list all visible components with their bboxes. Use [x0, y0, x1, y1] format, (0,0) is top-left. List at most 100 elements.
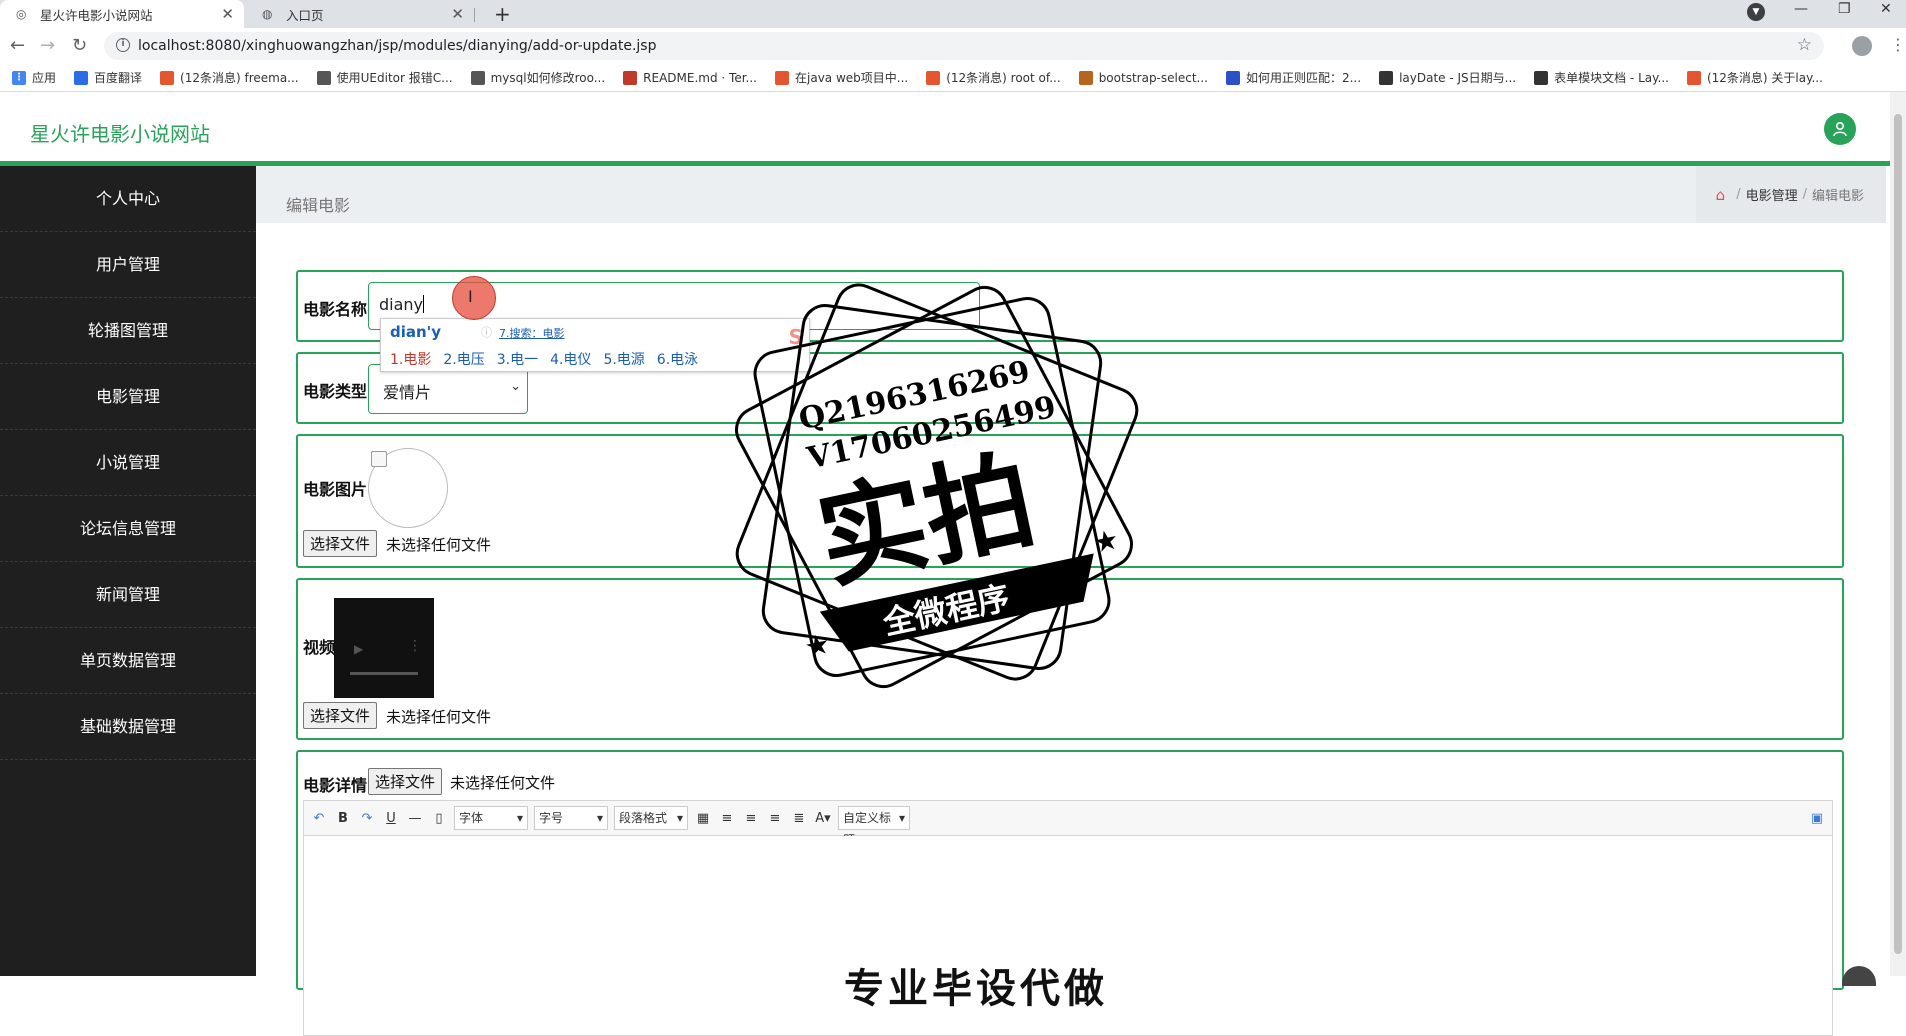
new-tab-icon[interactable]: + [494, 2, 511, 26]
bookmark-item[interactable]: layDate - JS日期与... [1379, 69, 1516, 86]
breadcrumb-parent[interactable]: 电影管理 [1746, 185, 1798, 204]
custom-title-value: 自定义标题 [843, 811, 892, 847]
ime-candidate[interactable]: 3.电一 [497, 352, 538, 368]
user-avatar-icon[interactable] [1824, 113, 1856, 145]
tab-active[interactable]: ◎ 星火许电影小说网站 ✕ [0, 0, 244, 28]
page-scrollbar[interactable] [1890, 92, 1906, 976]
sidebar-item[interactable]: 电影管理 [0, 364, 256, 430]
restore-icon[interactable]: ❐ [1838, 1, 1851, 17]
font-color-icon[interactable]: A▾ [814, 811, 832, 826]
editor-content-text: 专业毕设代做 [844, 966, 1108, 1012]
sidebar-item[interactable]: 个人中心 [0, 166, 256, 232]
sidebar-item[interactable]: 轮播图管理 [0, 298, 256, 364]
bookmark-item[interactable]: (12条消息) 关于lay... [1686, 69, 1823, 86]
url-text[interactable]: localhost:8080/xinghuowangzhan/jsp/modul… [138, 38, 656, 54]
forward-icon[interactable]: → [40, 35, 55, 56]
tab-title: 星火许电影小说网站 [40, 7, 153, 23]
fullscreen-icon[interactable]: ▣ [1808, 811, 1826, 826]
ime-candidate[interactable]: 5.电源 [603, 352, 644, 368]
font-size-select[interactable]: 字号 ▾ [534, 806, 608, 830]
redo-icon[interactable]: ↷ [358, 811, 376, 826]
browser-menu-icon[interactable]: ⋮ [1890, 35, 1906, 54]
paragraph-format-value: 段落格式 [619, 811, 668, 825]
video-label: 视频 [303, 638, 336, 657]
profile-avatar-icon[interactable] [1852, 36, 1872, 56]
align-center-icon[interactable]: ≡ [766, 811, 784, 826]
video-menu-icon[interactable]: ⋮ [408, 638, 422, 654]
window-close-icon[interactable]: ✕ [1880, 1, 1892, 17]
align-left-icon[interactable]: ≡ [718, 811, 736, 826]
bookmark-item[interactable]: (12条消息) root of... [926, 69, 1061, 86]
sidebar-item[interactable]: 论坛信息管理 [0, 496, 256, 562]
undo-icon[interactable]: ↶ [310, 811, 328, 826]
underline-icon[interactable]: U [382, 811, 400, 826]
close-tab-icon[interactable]: ✕ [221, 6, 234, 22]
sidebar-item[interactable]: 用户管理 [0, 232, 256, 298]
apps-grid-icon: ⋮ [12, 70, 26, 85]
mouse-cursor-highlight: I [452, 276, 496, 320]
sidebar-item[interactable]: 基础数据管理 [0, 694, 256, 760]
video-progress-bar[interactable] [350, 672, 418, 675]
detail-file-button[interactable]: 选择文件 [368, 768, 443, 795]
bookmark-favicon-icon [775, 70, 789, 85]
custom-title-select[interactable]: 自定义标题 ▾ [838, 806, 910, 847]
tab-search-icon[interactable]: ▼ [1747, 3, 1765, 21]
sidebar-item[interactable]: 新闻管理 [0, 562, 256, 628]
detail-file-status: 未选择任何文件 [450, 774, 556, 792]
home-icon[interactable]: ⌂ [1716, 186, 1726, 204]
bookmark-item[interactable]: (12条消息) freema... [160, 69, 299, 86]
chevron-down-icon: ▾ [516, 811, 523, 825]
ime-candidate[interactable]: 2.电压 [443, 352, 484, 368]
bookmark-label: 如何用正则匹配：2... [1245, 71, 1362, 85]
bookmark-item[interactable]: 使用UEditor 报错C... [316, 69, 453, 86]
align-justify-icon[interactable]: ≣ [790, 811, 808, 826]
page-header-bar: 编辑电影 ⌂ / 电影管理 / 编辑电影 [256, 166, 1886, 223]
site-info-icon[interactable]: i [116, 38, 130, 52]
ime-candidate[interactable]: 1.电影 [390, 352, 431, 368]
floating-button[interactable] [1842, 966, 1876, 986]
bookmark-item[interactable]: 表单模块文档 - Lay... [1534, 69, 1669, 86]
ime-search-tip[interactable]: 7.搜索：电影 [499, 325, 565, 341]
bookmark-favicon-icon [1379, 70, 1394, 85]
editor-toolbar: ↶ B ↷ U — ▯ 字体 ▾ 字号 ▾ 段落格式 ▾ ▦ ≡ ≡ ≡ ≣ A▾ 自… [303, 800, 1833, 847]
align-right-icon[interactable]: ≡ [742, 811, 760, 826]
page-icon[interactable]: ▯ [430, 811, 448, 826]
reload-icon[interactable]: ↻ [72, 35, 87, 56]
bookmark-item[interactable]: 在java web项目中... [775, 69, 908, 86]
font-family-select[interactable]: 字体 ▾ [454, 806, 528, 830]
bookmark-item[interactable]: 如何用正则匹配：2... [1225, 69, 1362, 86]
font-family-value: 字体 [459, 811, 484, 825]
video-file-button[interactable]: 选择文件 [303, 702, 378, 729]
close-tab-icon[interactable]: ✕ [451, 6, 464, 22]
bookmark-item[interactable]: mysql如何修改roo... [470, 69, 606, 86]
chevron-down-icon: ▾ [596, 811, 603, 825]
bookmark-item[interactable]: 百度翻译 [74, 69, 142, 86]
bookmark-favicon-icon [1686, 70, 1701, 85]
bookmark-label: mysql如何修改roo... [490, 71, 606, 85]
sidebar-item[interactable]: 单页数据管理 [0, 628, 256, 694]
ime-candidate[interactable]: 6.电泳 [657, 352, 698, 368]
image-file-button[interactable]: 选择文件 [303, 530, 378, 557]
text-caret [423, 295, 425, 313]
table-icon[interactable]: ▦ [694, 811, 712, 826]
bold-icon[interactable]: B [334, 811, 352, 826]
scrollbar-thumb[interactable] [1894, 114, 1902, 954]
site-title[interactable]: 星火许电影小说网站 [30, 118, 210, 147]
sidebar-item[interactable]: 小说管理 [0, 430, 256, 496]
address-bar[interactable]: i localhost:8080/xinghuowangzhan/jsp/mod… [104, 32, 1824, 60]
breadcrumb-current: 编辑电影 [1811, 189, 1864, 204]
bookmark-item[interactable]: ⋮ 应用 [12, 69, 56, 86]
tab-inactive[interactable]: ◍ 入口页 ✕ [246, 0, 475, 28]
ime-candidate[interactable]: 4.电仪 [550, 352, 591, 368]
bookmark-item[interactable]: README.md · Ter... [623, 70, 757, 85]
paragraph-format-select[interactable]: 段落格式 ▾ [614, 806, 688, 830]
back-icon[interactable]: ← [10, 35, 25, 56]
play-icon[interactable]: ▶ [354, 642, 363, 656]
bookmark-item[interactable]: bootstrap-select... [1078, 70, 1208, 85]
video-player[interactable]: ▶ ⋮ [334, 598, 434, 698]
minimize-icon[interactable]: — [1794, 1, 1808, 17]
bookmark-star-icon[interactable]: ☆ [1797, 35, 1812, 55]
horizontal-rule-icon[interactable]: — [406, 811, 424, 826]
bookmark-favicon-icon [160, 70, 175, 85]
editor-content-area[interactable]: 专业毕设代做 [303, 836, 1833, 1036]
